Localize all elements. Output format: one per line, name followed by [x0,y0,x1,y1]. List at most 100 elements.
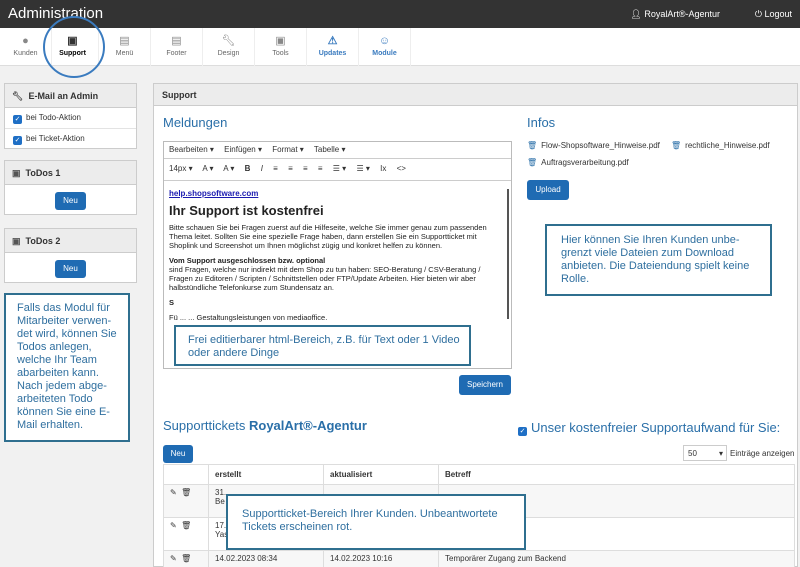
logout-link[interactable]: ⏻ Logout [755,9,792,20]
column-header[interactable]: Betreff [438,464,795,485]
source-code-icon[interactable]: <> [397,164,406,173]
trash-icon[interactable]: 🗑︎ [671,141,681,150]
bullet-list-icon[interactable]: ☰ ▾ [333,164,346,173]
infos-callout: Hier können Sie Ihren Kunden unbe-grenzt… [545,224,772,296]
align-justify-icon[interactable]: ≡ [318,164,323,173]
support-panel-header: Support [154,84,797,106]
menu-icon: ▤ [119,35,130,47]
trash-icon[interactable]: 🗑︎ [181,554,191,563]
email-ticket-option[interactable]: ✓ bei Ticket-Aktion [5,129,136,150]
column-header[interactable]: aktualisiert [323,464,439,485]
file-link[interactable]: 🗑︎ Auftragsverarbeitung.pdf [527,158,629,167]
editor-subheading: Vom Support ausgeschlossen bzw. optional [169,256,326,265]
email-admin-header: 🔧︎ E-Mail an Admin [5,84,136,108]
editor-paragraph: S [169,298,175,307]
bg-color-button[interactable]: A ▾ [223,164,234,173]
checkbox-checked-icon[interactable]: ✓ [518,427,527,436]
align-left-icon[interactable]: ≡ [273,164,278,173]
edit-icon[interactable]: ✎ [170,521,177,530]
meldungen-title: Meldungen [163,115,228,130]
menu-format[interactable]: Format ▾ [272,145,304,154]
edit-icon[interactable]: ✎ [170,554,177,563]
free-support-checkbox[interactable]: ✓ Unser kostenfreier Supportaufwand für S… [518,420,780,436]
text-color-button[interactable]: A ▾ [202,164,213,173]
updated-cell: 14.02.2023 10:16 [323,550,439,567]
help-link[interactable]: help.shopsoftware.com [169,189,258,198]
checkbox-checked-icon[interactable]: ✓ [13,136,22,145]
editor-paragraph: sind Fragen, welche nur indirekt mit dem… [169,265,481,292]
align-center-icon[interactable]: ≡ [288,164,293,173]
edit-icon[interactable]: ✎ [170,488,177,497]
row-actions: ✎ 🗑︎ [163,517,209,551]
upload-button[interactable]: Upload [527,180,569,200]
infos-title: Infos [527,115,556,130]
chevron-down-icon: ▾ [718,449,723,458]
page-size-label: Einträge anzeigen [730,449,795,458]
save-button[interactable]: Speichern [459,375,511,395]
editor-heading: Ihr Support ist kostenfrei [169,203,324,218]
support-highlight-circle [43,16,105,78]
todos2-panel: ▣ ToDos 2 Neu [4,228,137,283]
editor-info-callout: Frei editierbarer html-Bereich, z.B. für… [174,325,471,366]
subject-cell: Temporärer Zugang zum Backend [438,550,795,567]
trash-icon[interactable]: 🗑︎ [527,141,537,150]
editor-paragraph: Fü ... ... Gestaltungsleistungen von med… [169,313,328,322]
todos1-panel: ▣ ToDos 1 Neu [4,160,137,215]
user-icon: 👤︎ [630,9,642,19]
menu-tabelle[interactable]: Tabelle ▾ [314,145,346,154]
email-todo-option[interactable]: ✓ bei Todo-Aktion [5,108,136,129]
main-nav: ● Kunden ▣ Support ▤ Menü ▤ Footer 🔧︎ De… [0,28,800,66]
support-panel: Support Meldungen Bearbeiten ▾ Einfügen … [153,83,798,567]
column-header[interactable]: erstellt [208,464,324,485]
email-admin-panel: 🔧︎ E-Mail an Admin ✓ bei Todo-Aktion ✓ bei … [4,83,137,149]
todos1-header: ▣ ToDos 1 [5,161,136,185]
nav-item-menu[interactable]: ▤ Menü [99,28,151,66]
nav-item-updates[interactable]: ⚠ Updates [307,28,359,66]
toolbox-icon: ▣ [275,35,286,47]
briefcase-icon: ▣ [12,168,21,178]
wrench-icon: 🔧︎ [221,35,236,47]
numbered-list-icon[interactable]: ☰ ▾ [356,164,369,173]
footer-icon: ▤ [171,35,182,47]
warning-icon: ⚠ [327,35,338,47]
todos1-new-button[interactable]: Neu [55,192,86,210]
clear-format-icon[interactable]: Ix [380,164,386,173]
tickets-callout: Supportticket-Bereich Ihrer Kunden. Unbe… [226,494,526,550]
ticket-new-button[interactable]: Neu [163,445,193,463]
todos2-header: ▣ ToDos 2 [5,229,136,253]
bold-button[interactable]: B [245,164,251,173]
italic-button[interactable]: I [261,164,263,173]
editor-toolbar: 14px ▾ A ▾ A ▾ B I ≡ ≡ ≡ ≡ ☰ ▾ ☰ ▾ Ix <> [164,159,511,181]
briefcase-icon: ▣ [12,236,21,246]
trash-icon[interactable]: 🗑︎ [527,158,537,167]
nav-item-footer[interactable]: ▤ Footer [151,28,203,66]
checkbox-checked-icon[interactable]: ✓ [13,115,22,124]
align-right-icon[interactable]: ≡ [303,164,308,173]
font-size-select[interactable]: 14px ▾ [169,164,193,173]
smiley-icon: ☺ [378,35,391,47]
trash-icon[interactable]: 🗑︎ [181,521,191,530]
nav-item-tools[interactable]: ▣ Tools [255,28,307,66]
page-size-select[interactable]: 50 ▾ [683,445,727,461]
editor-menubar: Bearbeiten ▾ Einfügen ▾ Format ▾ Tabelle… [164,142,511,159]
todos2-new-button[interactable]: Neu [55,260,86,278]
nav-item-design[interactable]: 🔧︎ Design [203,28,255,66]
trash-icon[interactable]: 🗑︎ [181,488,191,497]
user-menu[interactable]: 👤︎ RoyalArt®-Agentur [630,9,720,20]
nav-item-module[interactable]: ☺ Module [359,28,411,66]
row-actions: ✎ 🗑︎ [163,550,209,567]
menu-einfuegen[interactable]: Einfügen ▾ [224,145,262,154]
wrench-icon: 🔧︎ [12,91,24,101]
table-row[interactable]: ✎ 🗑︎ 14.02.2023 08:34 14.02.2023 10:16 T… [163,550,795,567]
menu-bearbeiten[interactable]: Bearbeiten ▾ [169,145,214,154]
column-header [163,464,209,485]
editor-scrollbar[interactable] [507,189,509,319]
created-cell: 14.02.2023 08:34 [208,550,324,567]
file-link[interactable]: 🗑︎ Flow-Shopsoftware_Hinweise.pdf [527,141,660,150]
editor-paragraph: Bitte schauen Sie bei Fragen zuerst auf … [169,223,487,250]
tickets-title: Supporttickets RoyalArt®-Agentur [163,418,367,433]
todos-info-callout: Falls das Modul für Mitarbeiter verwen-d… [4,293,130,442]
file-link[interactable]: 🗑︎ rechtliche_Hinweise.pdf [671,141,770,150]
row-actions: ✎ 🗑︎ [163,484,209,518]
power-icon: ⏻ [754,9,762,19]
